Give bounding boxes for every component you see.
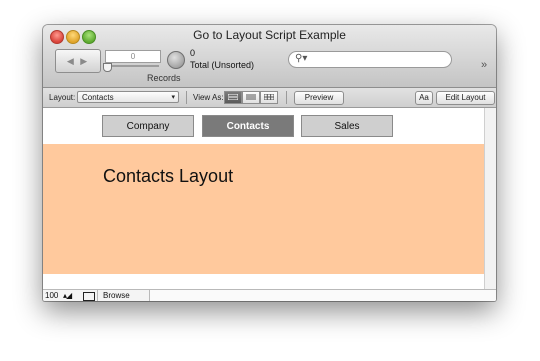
layout-select-value: Contacts	[82, 93, 114, 102]
toolbar-overflow-icon[interactable]: »	[481, 59, 487, 71]
edit-layout-button[interactable]: Edit Layout	[436, 91, 495, 105]
window-title: Go to Layout Script Example	[193, 28, 346, 42]
found-count: 0	[190, 48, 196, 58]
quick-find-input[interactable]: ⚲▾	[288, 51, 452, 68]
mode-indicator[interactable]: Browse	[97, 290, 153, 301]
status-toolbar-toggle-icon[interactable]	[83, 292, 95, 301]
record-number-input[interactable]: 0	[105, 50, 161, 63]
horizontal-scrollbar[interactable]	[149, 290, 496, 301]
layout-body-part: Contacts Layout	[43, 144, 484, 274]
book-navigation-icon[interactable]: ◀ ▶	[55, 49, 101, 73]
title-toolbar: Go to Layout Script Example ◀ ▶ 0 Record…	[43, 25, 496, 88]
divider	[186, 91, 187, 104]
total-label: Total (Unsorted)	[190, 60, 255, 70]
status-bar: 100 ▴◢ Browse	[43, 289, 496, 301]
table-view-icon	[264, 94, 274, 100]
layout-label: Layout:	[49, 93, 76, 102]
zoom-level[interactable]: 100	[45, 291, 58, 300]
zoom-mountains-icon[interactable]: ▴◢	[63, 291, 72, 300]
divider	[286, 91, 287, 104]
vertical-scrollbar[interactable]	[484, 108, 496, 289]
view-as-table-button[interactable]	[260, 91, 278, 104]
tab-sales[interactable]: Sales	[301, 115, 393, 137]
record-slider-handle[interactable]	[103, 63, 112, 72]
preview-button[interactable]: Preview	[294, 91, 344, 105]
tab-company[interactable]: Company	[102, 115, 194, 137]
chevron-down-icon: ▾	[171, 94, 175, 101]
view-as-form-button[interactable]	[224, 91, 242, 104]
layout-bar: Layout: Contacts ▾ View As: Preview Aa E…	[43, 88, 496, 108]
record-slider-track[interactable]	[105, 65, 159, 67]
found-set-pie-icon	[167, 51, 185, 69]
app-window: Go to Layout Script Example ◀ ▶ 0 Record…	[43, 25, 496, 301]
page-title: Contacts Layout	[103, 166, 234, 186]
records-label: Records	[147, 73, 181, 83]
layout-content: Company Contacts Sales Contacts Layout	[43, 108, 484, 289]
view-as-label: View As:	[193, 93, 224, 102]
search-icon: ⚲▾	[295, 53, 308, 64]
list-view-icon	[246, 94, 256, 100]
view-as-list-button[interactable]	[242, 91, 260, 104]
formatting-bar-button[interactable]: Aa	[415, 91, 433, 105]
form-view-icon	[228, 94, 238, 100]
layout-select[interactable]: Contacts ▾	[77, 91, 179, 103]
tab-contacts[interactable]: Contacts	[202, 115, 294, 137]
